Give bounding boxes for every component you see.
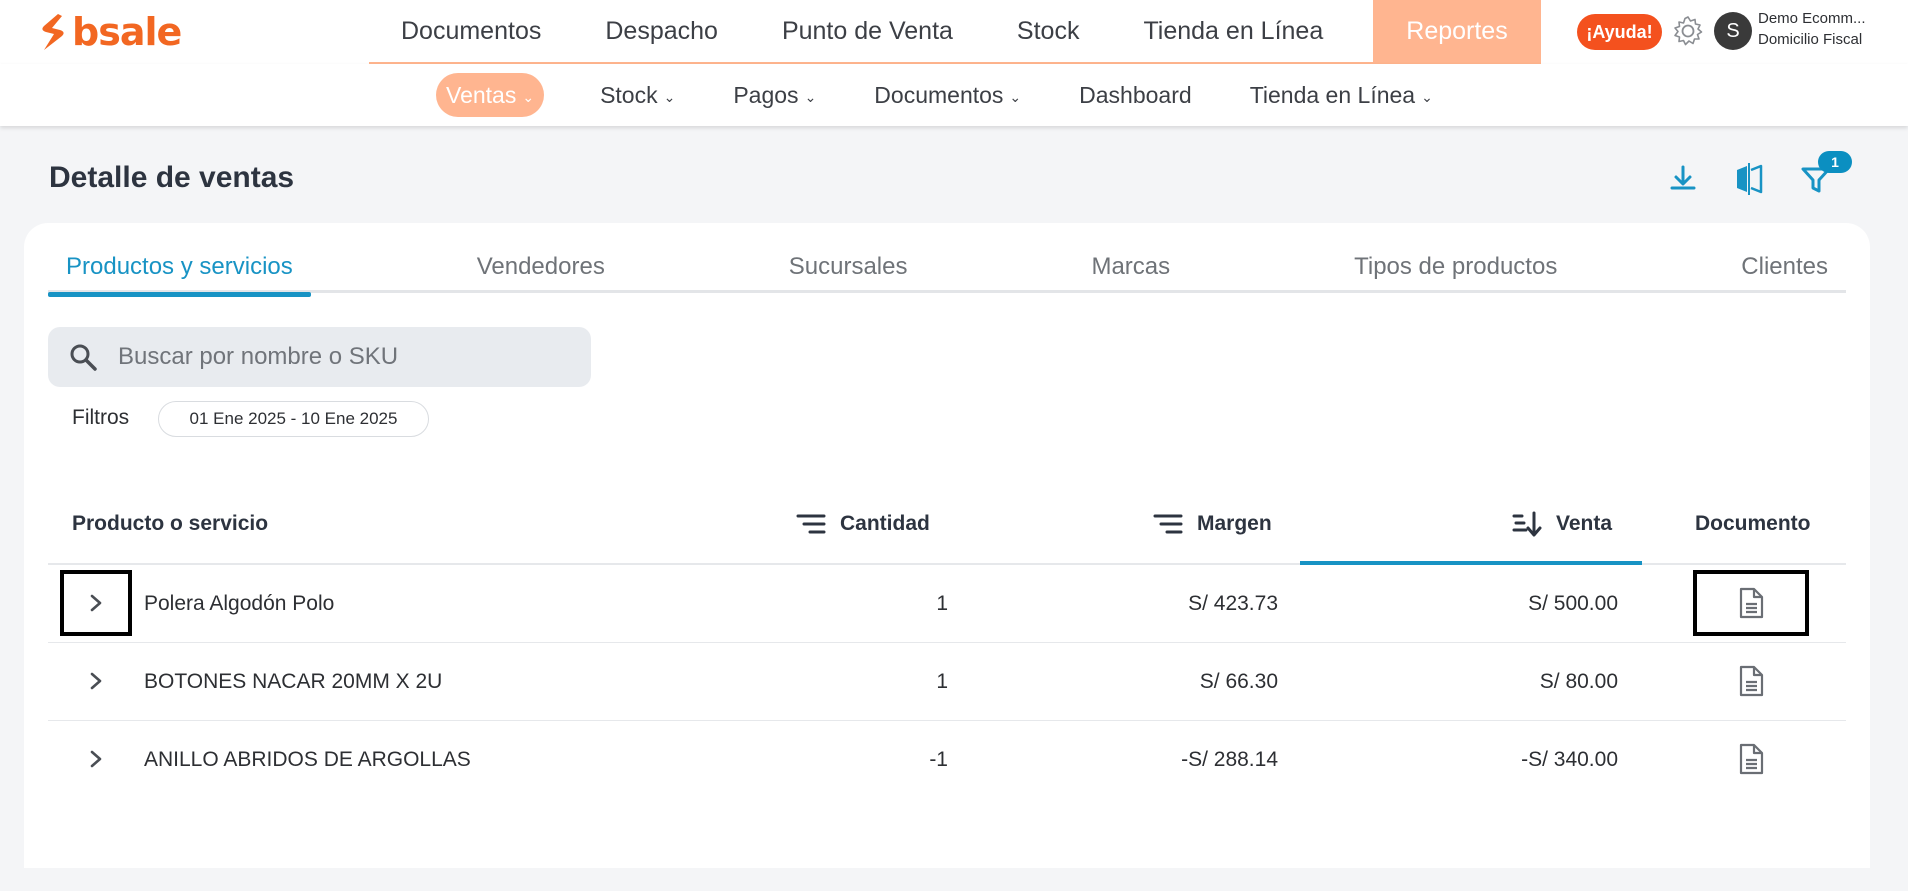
subnav-ventas[interactable]: Ventas ⌄ (436, 73, 545, 117)
sale-cell: S/ 80.00 (1539, 670, 1618, 693)
chevron-right-icon (90, 672, 102, 690)
column-header-sale[interactable]: Venta (1512, 483, 1612, 565)
chevron-down-icon: ⌄ (663, 88, 676, 105)
margin-cell: -S/ 288.14 (1181, 748, 1278, 771)
document-button[interactable] (1693, 726, 1809, 792)
quantity-cell: 1 (936, 670, 948, 693)
document-button[interactable] (1693, 570, 1809, 636)
download-icon[interactable] (1666, 162, 1700, 196)
main-nav: Documentos Despacho Punto de Venta Stock… (369, 0, 1541, 64)
avatar[interactable]: S (1714, 12, 1752, 50)
column-product-label: Producto o servicio (72, 512, 269, 535)
search-input[interactable] (118, 343, 568, 371)
filters-label: Filtros (72, 406, 130, 429)
brand-name: bsale (72, 10, 182, 54)
product-name: Polera Algodón Polo (144, 592, 335, 615)
bsale-logo-icon (42, 14, 64, 50)
sale-cell: -S/ 340.00 (1521, 748, 1618, 771)
column-margin-label: Margen (1197, 512, 1272, 535)
sales-table: Producto o servicio Cantidad Margen Vent… (48, 483, 1846, 799)
subnav-documentos[interactable]: Documentos ⌄ (852, 73, 1043, 117)
sort-descending-icon (1512, 511, 1542, 537)
chevron-down-icon: ⌄ (804, 88, 817, 105)
subnav-pagos[interactable]: Pagos ⌄ (711, 73, 838, 117)
subnav-tienda-label: Tienda en Línea (1249, 81, 1416, 108)
search-box (48, 327, 591, 387)
help-button[interactable]: ¡Ayuda! (1577, 14, 1662, 50)
subnav-dashboard-label: Dashboard (1079, 81, 1192, 108)
expand-row-button[interactable] (60, 648, 132, 714)
sort-icon (796, 514, 826, 534)
search-icon (70, 344, 97, 371)
chevron-right-icon (90, 594, 102, 612)
bsale-logo[interactable]: bsale (38, 10, 182, 54)
chevron-down-icon: ⌄ (522, 88, 535, 105)
column-document-label: Documento (1695, 512, 1811, 535)
chevron-down-icon: ⌄ (1009, 88, 1022, 105)
compare-icon[interactable] (1732, 162, 1766, 196)
margin-cell: S/ 66.30 (1199, 670, 1278, 693)
chevron-right-icon (90, 750, 102, 768)
quantity-cell: 1 (936, 592, 948, 615)
document-icon (1739, 665, 1764, 697)
table-row: ANILLO ABRIDOS DE ARGOLLAS -1 -S/ 288.14… (48, 721, 1846, 799)
document-icon (1739, 743, 1764, 775)
main-nav-reportes[interactable]: Reportes (1373, 0, 1541, 62)
margin-cell: S/ 423.73 (1188, 592, 1278, 615)
report-tabs: Productos y servicios Vendedores Sucursa… (48, 253, 1846, 297)
expand-row-button[interactable] (60, 726, 132, 792)
user-name: Demo Ecomm... (1758, 10, 1866, 27)
main-nav-tienda-en-linea[interactable]: Tienda en Línea (1111, 0, 1355, 62)
column-header-product: Producto o servicio (72, 483, 268, 565)
product-name: BOTONES NACAR 20MM X 2U (144, 670, 443, 693)
subnav-ventas-label: Ventas (446, 81, 517, 108)
tab-sucursales[interactable]: Sucursales (771, 253, 926, 293)
tab-vendedores[interactable]: Vendedores (459, 253, 623, 293)
subnav-dashboard[interactable]: Dashboard (1057, 73, 1214, 117)
column-quantity-label: Cantidad (840, 512, 930, 535)
subnav-tienda-en-linea[interactable]: Tienda en Línea ⌄ (1228, 73, 1455, 117)
tab-productos-y-servicios[interactable]: Productos y servicios (48, 253, 311, 297)
table-header: Producto o servicio Cantidad Margen Vent… (48, 483, 1846, 565)
main-nav-documentos[interactable]: Documentos (369, 0, 573, 62)
subnav-pagos-label: Pagos (733, 81, 799, 108)
column-header-document: Documento (1695, 483, 1811, 565)
content-card: Productos y servicios Vendedores Sucursa… (24, 223, 1870, 868)
product-name: ANILLO ABRIDOS DE ARGOLLAS (144, 748, 471, 771)
tab-tipos-de-productos[interactable]: Tipos de productos (1336, 253, 1575, 293)
subnav-stock-label: Stock (600, 81, 658, 108)
column-header-margin[interactable]: Margen (1153, 483, 1272, 565)
quantity-cell: -1 (929, 748, 948, 771)
chevron-down-icon: ⌄ (1421, 88, 1433, 105)
sale-cell: S/ 500.00 (1528, 592, 1618, 615)
document-icon (1739, 587, 1764, 619)
user-info[interactable]: Demo Ecomm... Domicilio Fiscal (1758, 10, 1904, 48)
table-row: BOTONES NACAR 20MM X 2U 1 S/ 66.30 S/ 80… (48, 643, 1846, 721)
main-nav-despacho[interactable]: Despacho (573, 0, 750, 62)
subnav-documentos-label: Documentos (874, 81, 1004, 108)
tab-marcas[interactable]: Marcas (1073, 253, 1188, 293)
main-nav-stock[interactable]: Stock (985, 0, 1112, 62)
filter-count-badge: 1 (1818, 151, 1852, 173)
date-range-chip[interactable]: 01 Ene 2025 - 10 Ene 2025 (158, 401, 429, 437)
column-sale-label: Venta (1556, 512, 1613, 535)
page-title: Detalle de ventas (49, 161, 295, 194)
column-header-quantity[interactable]: Cantidad (796, 483, 930, 565)
subnav-stock[interactable]: Stock ⌄ (578, 73, 697, 117)
gear-icon[interactable] (1671, 14, 1705, 48)
sort-icon (1153, 514, 1183, 534)
user-branch: Domicilio Fiscal (1758, 31, 1863, 48)
document-button[interactable] (1693, 648, 1809, 714)
main-nav-punto-de-venta[interactable]: Punto de Venta (750, 0, 985, 62)
expand-row-button[interactable] (60, 570, 132, 636)
top-bar: bsale Documentos Despacho Punto de Venta… (0, 0, 1908, 64)
table-row: Polera Algodón Polo 1 S/ 423.73 S/ 500.0… (48, 565, 1846, 643)
sub-nav: Ventas ⌄ Stock ⌄ Pagos ⌄ Documentos ⌄ Da… (0, 64, 1908, 126)
tab-clientes[interactable]: Clientes (1723, 253, 1846, 293)
